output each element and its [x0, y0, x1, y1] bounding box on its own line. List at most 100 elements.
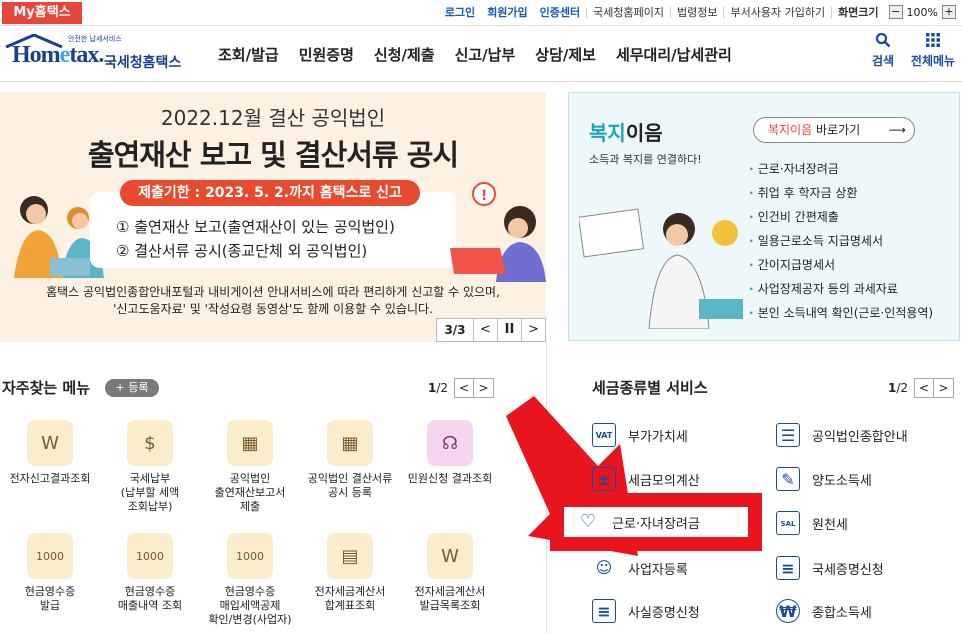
favorite-cash-receipt-issue[interactable]: 1000 현금영수증 발급	[0, 533, 100, 613]
document-icon: ≡	[592, 599, 616, 623]
favorite-settlement-disclosure[interactable]: ▦ 공익법인 결산서류 공시 등록	[300, 420, 400, 500]
zoom-label: 화면크기	[838, 6, 879, 19]
clipboard-icon: ☰	[776, 423, 800, 447]
banner-pager: 3/3 < II >	[436, 318, 546, 342]
favorite-e-invoice-summary[interactable]: ▤ 전자세금계산서 합계표조회	[300, 533, 400, 613]
favorites-title: 자주찾는 메뉴	[2, 379, 91, 397]
welfare-item[interactable]: 본인 소득내역 확인(근로·인적용역)	[749, 301, 933, 325]
building-icon: ▦	[327, 420, 373, 466]
favorites-page-indicator: 1/2	[428, 381, 449, 395]
banner-title-2: 출연재산 보고 및 결산서류 공시	[87, 138, 459, 172]
nav-consult-report[interactable]: 상담/제보	[525, 44, 606, 65]
vat-document-icon: VAT	[592, 423, 616, 447]
service-tax-simulation[interactable]: ± 세금모의계산	[592, 467, 700, 491]
woman-laptop-illustration: !	[450, 182, 546, 282]
cash-receipt-icon: 1000	[127, 533, 173, 579]
welfare-list: 근로·자녀장려금 취업 후 학자금 상환 인건비 간편제출 일용근로소득 지급명…	[749, 157, 933, 325]
zoom-in-button[interactable]: +	[942, 5, 956, 19]
favorite-cash-receipt-purchase[interactable]: 1000 현금영수증 매입세액공제 확인/변경(사업자)	[200, 533, 300, 627]
welfare-title: 복지이음	[589, 121, 663, 145]
add-favorite-button[interactable]: + 등록	[105, 379, 159, 397]
svg-text:!: !	[481, 188, 487, 204]
nav-tax-agent[interactable]: 세무대리/납세관리	[606, 44, 742, 65]
search-label: 검색	[871, 54, 895, 68]
service-business-registration[interactable]: ☺ 사업자등록	[592, 556, 688, 580]
welfare-subtitle: 소득과 복지를 연결하다!	[589, 153, 702, 166]
welfare-item[interactable]: 간이지급명세서	[749, 253, 933, 277]
service-transfer-income-tax[interactable]: ✎ 양도소득세	[776, 467, 872, 491]
welfare-woman-illustration	[579, 208, 743, 329]
all-menu-label: 전체메뉴	[910, 54, 956, 68]
header-utilities: 검색 전체메뉴	[860, 32, 960, 69]
person-icon: ☺	[595, 558, 613, 577]
main-header: 안전한 납세서비스 Hometax. 국세청홈택스 조회/발급 민원증명 신청/…	[0, 26, 962, 82]
arrow-right-icon: ⟶	[888, 123, 906, 137]
favorites-pager: 1/2 < >	[428, 378, 495, 398]
welfare-item[interactable]: 일용근로소득 지급명세서	[749, 229, 933, 253]
welfare-item[interactable]: 인건비 간편제출	[749, 205, 933, 229]
tax-services-prev-button[interactable]: <	[914, 378, 935, 398]
hometax-logo[interactable]: 안전한 납세서비스 Hometax. 국세청홈택스	[4, 32, 184, 76]
nts-homepage-link[interactable]: 국세청홈페이지	[587, 4, 670, 20]
all-menu-button[interactable]: 전체메뉴	[906, 32, 960, 69]
headset-icon: ☊	[427, 420, 473, 466]
cash-receipt-icon: 1000	[227, 533, 273, 579]
my-hometax-tab[interactable]: My홈택스	[2, 2, 82, 24]
nav-report-pay[interactable]: 신고/납부	[445, 44, 526, 65]
favorite-civil-result[interactable]: ☊ 민원신청 결과조회	[400, 420, 500, 486]
service-tax-certificate[interactable]: ≡ 국세증명신청	[776, 556, 884, 580]
favorite-cash-receipt-sales[interactable]: 1000 현금영수증 매출내역 조회	[100, 533, 200, 613]
dept-user-signup-link[interactable]: 부서사용자 가입하기	[724, 4, 831, 20]
service-eitc[interactable]: ♡ 근로·자녀장려금	[564, 507, 748, 537]
favorite-donation-report[interactable]: ▦ 공익법인 출연재산보고서 제출	[200, 420, 300, 514]
document-w-icon: W	[427, 533, 473, 579]
welfare-shortcut-button[interactable]: 복지이음 바로가기 ⟶	[753, 117, 915, 143]
zoom-value: 100%	[906, 5, 938, 19]
favorites-prev-button[interactable]: <	[454, 378, 475, 398]
zoom-control: − 100% +	[888, 5, 956, 19]
banner-prev-button[interactable]: <	[474, 318, 498, 342]
zoom-out-button[interactable]: −	[888, 5, 903, 19]
banner-pause-button[interactable]: II	[498, 318, 522, 342]
salary-document-icon: SAL	[776, 511, 800, 535]
tax-services-next-button[interactable]: >	[934, 378, 955, 398]
logo-wordmark: Hometax.	[12, 42, 104, 68]
welfare-item[interactable]: 사업장제공자 등의 과세자료	[749, 277, 933, 301]
cash-receipt-icon: 1000	[27, 533, 73, 579]
favorite-e-invoice-list[interactable]: W 전자세금계산서 발급목록조회	[400, 533, 500, 613]
search-icon	[875, 32, 891, 48]
service-public-corp-guide[interactable]: ☰ 공익법인종합안내	[776, 423, 908, 447]
nav-civil-cert[interactable]: 민원증명	[289, 44, 364, 65]
welfare-panel: 복지이음 소득과 복지를 연결하다! 복지이음 바로가기 ⟶ 근로·자녀장려금 …	[568, 92, 960, 341]
search-button[interactable]: 검색	[860, 32, 906, 69]
service-withholding-tax[interactable]: SAL 원천세	[776, 511, 848, 535]
favorite-e-filing-result[interactable]: W 전자신고결과조회	[0, 420, 100, 486]
global-nav: 조회/발급 민원증명 신청/제출 신고/납부 상담/제보 세무대리/납세관리	[208, 26, 742, 82]
welfare-item[interactable]: 취업 후 학자금 상환	[749, 181, 933, 205]
nav-inquiry-issue[interactable]: 조회/발급	[208, 44, 289, 65]
cert-center-link[interactable]: 인증센터	[534, 4, 586, 20]
banner-page-indicator: 3/3	[436, 318, 474, 342]
highlight-box: ♡ 근로·자녀장려금	[550, 493, 762, 551]
banner-line-2: ② 결산서류 공시(종교단체 외 공익법인)	[116, 242, 368, 260]
deadline-pill: 제출기한 : 2023. 5. 2.까지 홈택스로 신고	[120, 180, 420, 206]
service-comprehensive-income-tax[interactable]: ₩ 종합소득세	[776, 599, 872, 623]
document-icon: ≡	[776, 556, 800, 580]
main-banner[interactable]: 2022.12월 결산 공익법인 출연재산 보고 및 결산서류 공시 제출기한 …	[0, 92, 546, 342]
grid-menu-icon	[926, 33, 940, 47]
money-bag-icon: $	[127, 420, 173, 466]
tax-services-title: 세금종류별 서비스	[592, 379, 708, 397]
service-fact-certificate[interactable]: ≡ 사실증명신청	[592, 599, 700, 623]
favorite-tax-payment[interactable]: $ 국세납부 (납부할 세액 조회납부)	[100, 420, 200, 514]
signup-link[interactable]: 회원가입	[481, 4, 533, 20]
service-vat[interactable]: VAT 부가가치세	[592, 423, 688, 447]
top-links: 로그인 회원가입 인증센터 국세청홈페이지 법령정보 부서사용자 가입하기 화면…	[439, 4, 956, 20]
favorites-next-button[interactable]: >	[474, 378, 495, 398]
nav-apply-submit[interactable]: 신청/제출	[364, 44, 445, 65]
login-link[interactable]: 로그인	[439, 4, 481, 20]
tax-services-page-indicator: 1/2	[888, 381, 909, 395]
law-info-link[interactable]: 법령정보	[671, 4, 723, 20]
banner-next-button[interactable]: >	[522, 318, 546, 342]
welfare-item[interactable]: 근로·자녀장려금	[749, 157, 933, 181]
won-money-icon: ₩	[776, 599, 800, 623]
